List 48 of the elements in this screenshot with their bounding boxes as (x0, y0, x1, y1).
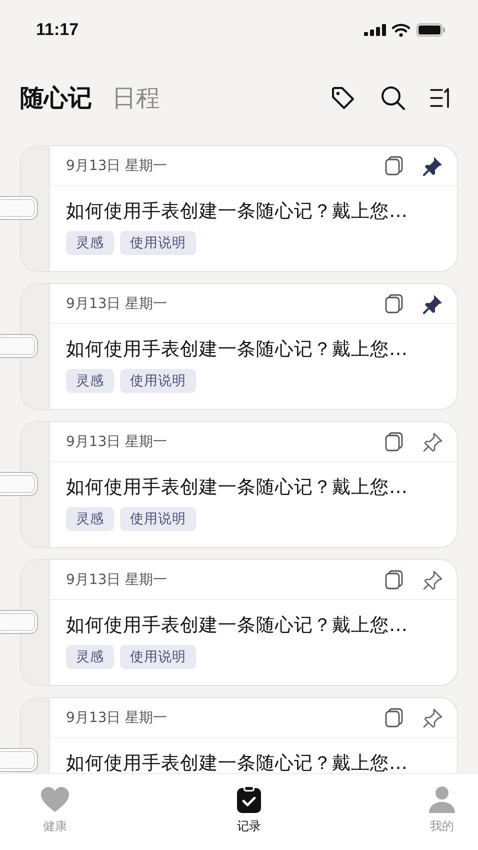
note-title: 如何使用手表创建一条随心记？戴上您… (66, 752, 408, 773)
note-tag[interactable]: 灵感 (66, 231, 114, 255)
binder-ring (0, 472, 38, 496)
note-card[interactable]: 9月13日 星期一 如何使用手表创建一条随心记？戴上您… (20, 697, 458, 773)
copy-icon[interactable] (385, 294, 403, 314)
clipboard-icon (236, 785, 262, 813)
pin-icon[interactable] (423, 570, 443, 590)
binder-ring (0, 334, 38, 358)
battery-icon (416, 23, 446, 37)
search-icon[interactable] (380, 84, 406, 110)
pin-icon[interactable] (423, 432, 443, 452)
note-card[interactable]: 9月13日 星期一 如何使用手表创建一条随心记？戴上您… 灵感 使用说明 (20, 559, 458, 686)
note-title: 如何使用手表创建一条随心记？戴上您… (66, 338, 408, 361)
copy-icon[interactable] (385, 708, 403, 728)
note-tag[interactable]: 使用说明 (120, 369, 196, 393)
person-icon (428, 786, 456, 812)
note-tag[interactable]: 使用说明 (120, 507, 196, 531)
note-title: 如何使用手表创建一条随心记？戴上您… (66, 200, 408, 223)
note-tag[interactable]: 灵感 (66, 507, 114, 531)
pin-icon[interactable] (423, 156, 443, 176)
wifi-icon (392, 23, 410, 37)
note-date: 9月13日 星期一 (66, 570, 168, 588)
note-tag[interactable]: 灵感 (66, 369, 114, 393)
copy-icon[interactable] (385, 432, 403, 452)
note-tag[interactable]: 使用说明 (120, 645, 196, 669)
copy-icon[interactable] (385, 570, 403, 590)
pin-icon[interactable] (423, 294, 443, 314)
binder-ring (0, 196, 38, 220)
status-time: 11:17 (36, 20, 79, 40)
signal-icon (364, 24, 386, 36)
note-date: 9月13日 星期一 (66, 708, 168, 726)
note-card[interactable]: 9月13日 星期一 如何使用手表创建一条随心记？戴上您… 灵感 使用说明 (20, 145, 458, 272)
nav-tab[interactable]: 记录 (236, 785, 262, 835)
binder-ring (0, 610, 38, 634)
copy-icon[interactable] (385, 156, 403, 176)
tag-icon[interactable] (330, 84, 356, 110)
note-tag[interactable]: 使用说明 (120, 231, 196, 255)
note-tag[interactable]: 灵感 (66, 645, 114, 669)
pin-icon[interactable] (423, 708, 443, 728)
note-card[interactable]: 9月13日 星期一 如何使用手表创建一条随心记？戴上您… 灵感 使用说明 (20, 421, 458, 548)
note-date: 9月13日 星期一 (66, 294, 168, 312)
note-card[interactable]: 9月13日 星期一 如何使用手表创建一条随心记？戴上您… 灵感 使用说明 (20, 283, 458, 410)
tab[interactable]: 随心记 (20, 82, 92, 114)
note-title: 如何使用手表创建一条随心记？戴上您… (66, 614, 408, 637)
note-date: 9月13日 星期一 (66, 156, 168, 174)
note-date: 9月13日 星期一 (66, 432, 168, 450)
heart-icon (40, 786, 70, 812)
note-title: 如何使用手表创建一条随心记？戴上您… (66, 476, 408, 499)
